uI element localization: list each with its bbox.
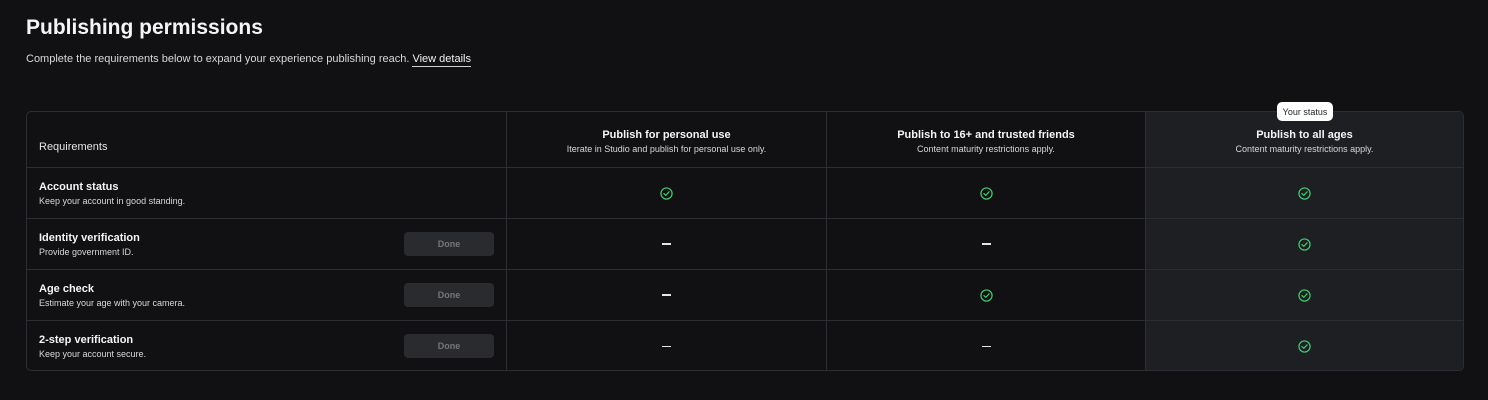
dash-icon	[662, 345, 671, 348]
done-button[interactable]: Done	[404, 283, 494, 307]
requirement-name: Age check	[39, 282, 95, 295]
requirement-cell-identity-verification: Identity verification Provide government …	[27, 219, 506, 270]
check-circle-icon	[660, 186, 673, 200]
dash-icon	[662, 294, 671, 296]
status-cell-16-plus	[826, 219, 1145, 270]
requirements-header-cell: Requirements	[27, 112, 506, 168]
requirement-text: Account status Keep your account in good …	[39, 181, 185, 206]
status-cell-personal	[506, 219, 826, 270]
column-title: Publish for personal use	[602, 129, 731, 141]
column-description: Iterate in Studio and publish for person…	[566, 144, 767, 154]
permissions-table: Requirements Publish for personal use It…	[26, 111, 1464, 371]
status-cell-all-ages	[1145, 321, 1463, 370]
requirement-name: 2-step verification	[39, 334, 134, 346]
requirement-name: Identity verification	[39, 231, 140, 244]
done-button[interactable]: Done	[404, 334, 494, 358]
column-title: Publish to all ages	[1256, 129, 1353, 141]
view-details-link[interactable]: View details	[412, 53, 471, 67]
requirement-cell-age-check: Age check Estimate your age with your cam…	[27, 270, 506, 321]
column-header-personal: Publish for personal use Iterate in Stud…	[506, 112, 826, 168]
status-cell-all-ages	[1145, 219, 1463, 270]
status-cell-16-plus	[826, 168, 1145, 219]
check-circle-icon	[979, 288, 993, 302]
status-cell-16-plus	[826, 321, 1145, 370]
requirement-name: Account status	[39, 180, 119, 193]
your-status-badge: Your status	[1277, 102, 1333, 121]
status-cell-all-ages	[1145, 168, 1463, 219]
requirement-description: Keep your account secure.	[39, 349, 147, 359]
dash-icon	[981, 243, 991, 245]
column-description: Content maturity restrictions apply.	[1235, 144, 1374, 154]
permissions-grid: Requirements Publish for personal use It…	[27, 112, 1463, 370]
requirement-cell-two-step-verification: 2-step verification Keep your account sec…	[27, 321, 506, 370]
requirement-description: Keep your account in good standing.	[39, 195, 186, 206]
check-circle-icon	[1298, 186, 1311, 200]
requirement-text: Age check Estimate your age with your cam…	[39, 283, 185, 308]
status-cell-16-plus	[826, 270, 1145, 321]
status-cell-personal	[506, 168, 826, 219]
page-title: Publishing permissions	[26, 16, 263, 39]
subtitle-text: Complete the requirements below to expan…	[26, 53, 410, 65]
page-subtitle: Complete the requirements below to expan…	[26, 53, 471, 67]
check-circle-icon	[979, 186, 993, 200]
requirements-header: Requirements	[39, 140, 108, 153]
status-cell-all-ages	[1145, 270, 1463, 321]
requirement-text: Identity verification Provide government …	[39, 232, 140, 257]
requirement-cell-account-status: Account status Keep your account in good …	[27, 168, 506, 219]
status-cell-personal	[506, 270, 826, 321]
column-title: Publish to 16+ and trusted friends	[897, 129, 1075, 141]
requirement-description: Provide government ID.	[39, 246, 134, 257]
requirement-text: 2-step verification Keep your account sec…	[39, 334, 146, 359]
done-button[interactable]: Done	[404, 232, 494, 256]
dash-icon	[981, 345, 991, 348]
status-cell-personal	[506, 321, 826, 370]
check-circle-icon	[1298, 340, 1311, 353]
check-circle-icon	[1298, 288, 1311, 302]
check-circle-icon	[1298, 237, 1311, 251]
column-description: Content maturity restrictions apply.	[917, 144, 1055, 154]
requirement-description: Estimate your age with your camera.	[39, 297, 186, 308]
dash-icon	[662, 243, 671, 245]
column-header-16-plus: Publish to 16+ and trusted friends Conte…	[826, 112, 1145, 168]
